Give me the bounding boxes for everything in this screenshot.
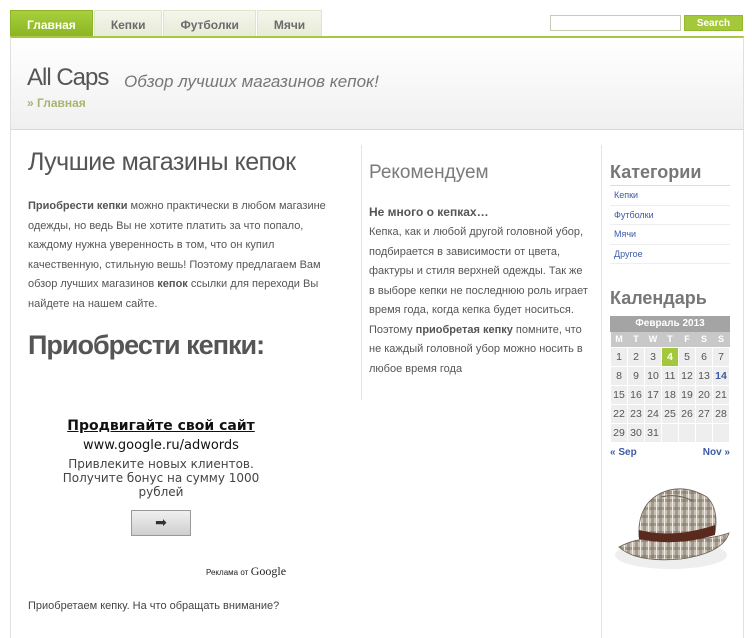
- calendar-day: 18: [661, 384, 679, 405]
- calendar-day: 19: [678, 384, 696, 405]
- hat-image: [615, 488, 730, 569]
- recommend-bold: приобретая кепку: [415, 323, 513, 336]
- sidebar: Категории Кепки Футболки Мячи Другое Кал…: [610, 162, 730, 458]
- category-link-tshirts[interactable]: Футболки: [610, 206, 730, 225]
- content-area: Лучшие магазины кепок Приобрести кепки м…: [10, 130, 744, 638]
- breadcrumb[interactable]: » Главная: [27, 96, 86, 110]
- search-button[interactable]: Search: [684, 15, 743, 31]
- calendar-day: 8: [610, 365, 628, 386]
- calendar-day: 24: [644, 403, 662, 424]
- calendar-day: 10: [644, 365, 662, 386]
- calendar-month: Февраль 2013: [610, 316, 730, 332]
- weekday-header: F: [678, 332, 696, 347]
- buy-caps-heading: Приобрести кепки:: [28, 330, 265, 360]
- calendar-day: 12: [678, 365, 696, 386]
- recommend-subtitle[interactable]: Не много о кепках…: [369, 205, 591, 219]
- calendar-day: 21: [712, 384, 730, 405]
- search-input[interactable]: [550, 15, 681, 31]
- weekday-header: W: [644, 332, 662, 347]
- weekday-header: S: [695, 332, 713, 347]
- calendar-empty-cell: [661, 422, 679, 443]
- calendar-empty-cell: [678, 422, 696, 443]
- intro-text: Приобрести кепки можно практически в люб…: [28, 197, 348, 314]
- ad-title[interactable]: Продвигайте свой сайт: [41, 418, 281, 434]
- calendar-body: 1 2 3 4 5 6 7 8 9 10 11 12 13 14 15 16 17 18 19 20 21 22 23 24 2…: [610, 346, 730, 443]
- recommend-column: Рекомендуем Не много о кепках… Кепка, ка…: [369, 162, 591, 379]
- main-column: Лучшие магазины кепок Приобрести кепки м…: [28, 148, 348, 361]
- calendar-week-row: 15 16 17 18 19 20 21: [610, 384, 730, 405]
- site-header: All Caps Обзор лучших магазинов кепок! »…: [10, 36, 744, 130]
- weekday-header: T: [661, 332, 679, 347]
- calendar-day: 1: [610, 346, 628, 367]
- calendar-week-row: 29 30 31: [610, 422, 730, 443]
- calendar-day: 28: [712, 403, 730, 424]
- recommend-text: Кепка, как и любой другой головной убор,…: [369, 223, 591, 379]
- calendar-day: 31: [644, 422, 662, 443]
- weekday-header: S: [712, 332, 730, 347]
- calendar-empty-cell: [712, 422, 730, 443]
- calendar-day: 13: [695, 365, 713, 386]
- page-title: Лучшие магазины кепок: [28, 148, 296, 176]
- google-ad[interactable]: Продвигайте свой сайт www.google.ru/adwo…: [41, 418, 281, 536]
- site-tagline: Обзор лучших магазинов кепок!: [124, 72, 379, 91]
- calendar-day: 25: [661, 403, 679, 424]
- calendar-day: 3: [644, 346, 662, 367]
- calendar-day: 15: [610, 384, 628, 405]
- category-link-other[interactable]: Другое: [610, 245, 730, 264]
- weekday-header: T: [627, 332, 645, 347]
- intro-bold-kepok: кепок: [157, 278, 188, 290]
- sidebar-divider: [601, 145, 602, 638]
- arrow-right-icon: ➡: [155, 515, 167, 531]
- calendar-day-today: 4: [661, 346, 679, 367]
- ad-text: Привлеките новых клиентов. Получите бону…: [62, 457, 260, 499]
- ad-url[interactable]: www.google.ru/adwords: [41, 438, 281, 453]
- calendar-day: 17: [644, 384, 662, 405]
- calendar-day: 2: [627, 346, 645, 367]
- calendar-day: 23: [627, 403, 645, 424]
- nav-tab-caps[interactable]: Кепки: [93, 10, 163, 37]
- recommend-title: Рекомендуем: [369, 162, 489, 183]
- categories-title: Категории: [610, 162, 730, 186]
- site-title[interactable]: All Caps: [27, 64, 109, 92]
- calendar-day: 6: [695, 346, 713, 367]
- calendar-day: 29: [610, 422, 628, 443]
- category-link-caps[interactable]: Кепки: [610, 186, 730, 206]
- calendar-day: 16: [627, 384, 645, 405]
- calendar-day: 30: [627, 422, 645, 443]
- calendar-day: 5: [678, 346, 696, 367]
- calendar-day: 22: [610, 403, 628, 424]
- calendar-day: 7: [712, 346, 730, 367]
- nav-tab-tshirts[interactable]: Футболки: [163, 10, 256, 37]
- calendar-week-row: 22 23 24 25 26 27 28: [610, 403, 730, 424]
- calendar-week-row: 1234567: [610, 346, 730, 367]
- nav-tab-balls[interactable]: Мячи: [256, 10, 323, 37]
- calendar-empty-cell: [695, 422, 713, 443]
- recommend-text-part1: Кепка, как и любой другой головной убор,…: [369, 226, 588, 336]
- ad-arrow-button[interactable]: ➡: [131, 510, 191, 536]
- nav-tab-home[interactable]: Главная: [10, 10, 93, 37]
- calendar-day: 9: [627, 365, 645, 386]
- calendar-title: Календарь: [610, 288, 707, 308]
- calendar-prev-link[interactable]: « Sep: [610, 447, 637, 458]
- top-bar: Главная Кепки Футболки Мячи Search: [0, 0, 752, 37]
- intro-text-part1: можно практически в любом магазине одежд…: [28, 200, 326, 290]
- main-nav: Главная Кепки Футболки Мячи: [10, 10, 323, 37]
- column-divider: [361, 145, 362, 400]
- calendar-day: 20: [695, 384, 713, 405]
- weekday-header: M: [610, 332, 628, 347]
- google-logo: Google: [250, 564, 287, 578]
- calendar-day: 26: [678, 403, 696, 424]
- article-link[interactable]: Приобретаем кепку. На что обращать внима…: [28, 600, 279, 612]
- calendar-next-link[interactable]: Nov »: [703, 447, 730, 458]
- intro-bold-caps: Приобрести кепки: [28, 200, 128, 212]
- calendar-table: Февраль 2013 M T W T F S S 1 2 3 4 5 6 7 8 9 10 11…: [610, 316, 730, 443]
- calendar-day-link[interactable]: 14: [712, 365, 730, 386]
- calendar-day: 27: [695, 403, 713, 424]
- calendar-nav: « Sep Nov »: [610, 447, 730, 458]
- calendar-day: 11: [661, 365, 679, 386]
- category-link-balls[interactable]: Мячи: [610, 225, 730, 245]
- ads-by-label: Реклама от: [206, 568, 249, 577]
- calendar-week-row: 8 9 10 11 12 13 14: [610, 365, 730, 386]
- ads-by-google[interactable]: Реклама от Google: [206, 564, 286, 579]
